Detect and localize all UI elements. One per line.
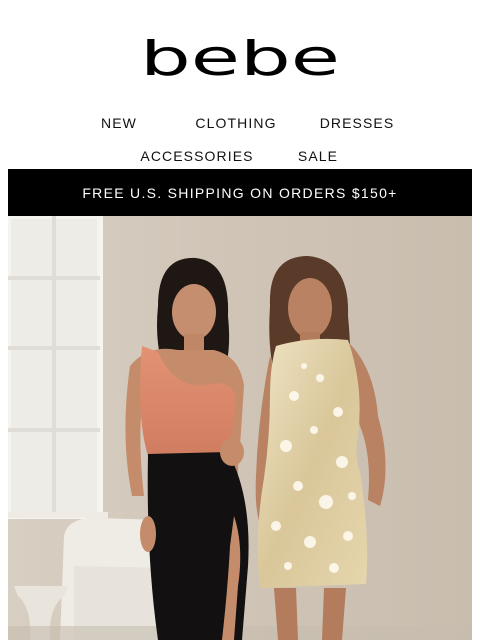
nav-item-sale[interactable]: SALE [275, 148, 361, 164]
logo-text: bebe [140, 39, 340, 81]
nav-item-dresses[interactable]: DRESSES [294, 115, 420, 131]
bebe-logo[interactable]: bebe [138, 39, 342, 81]
promo-banner[interactable]: FREE U.S. SHIPPING ON ORDERS $150+ [8, 169, 472, 216]
hero-photo [8, 216, 472, 640]
nav-item-accessories[interactable]: ACCESSORIES [119, 148, 275, 164]
nav-row-2: ACCESSORIES SALE [0, 139, 480, 172]
promo-banner-text: FREE U.S. SHIPPING ON ORDERS $150+ [82, 184, 398, 201]
nav-item-clothing[interactable]: CLOTHING [178, 115, 294, 131]
nav-item-new[interactable]: NEW [60, 115, 178, 131]
main-nav: NEW CLOTHING DRESSES ACCESSORIES SALE [0, 106, 480, 172]
header: bebe [0, 0, 480, 104]
hero-image[interactable] [8, 216, 472, 640]
nav-row-1: NEW CLOTHING DRESSES [0, 106, 480, 139]
